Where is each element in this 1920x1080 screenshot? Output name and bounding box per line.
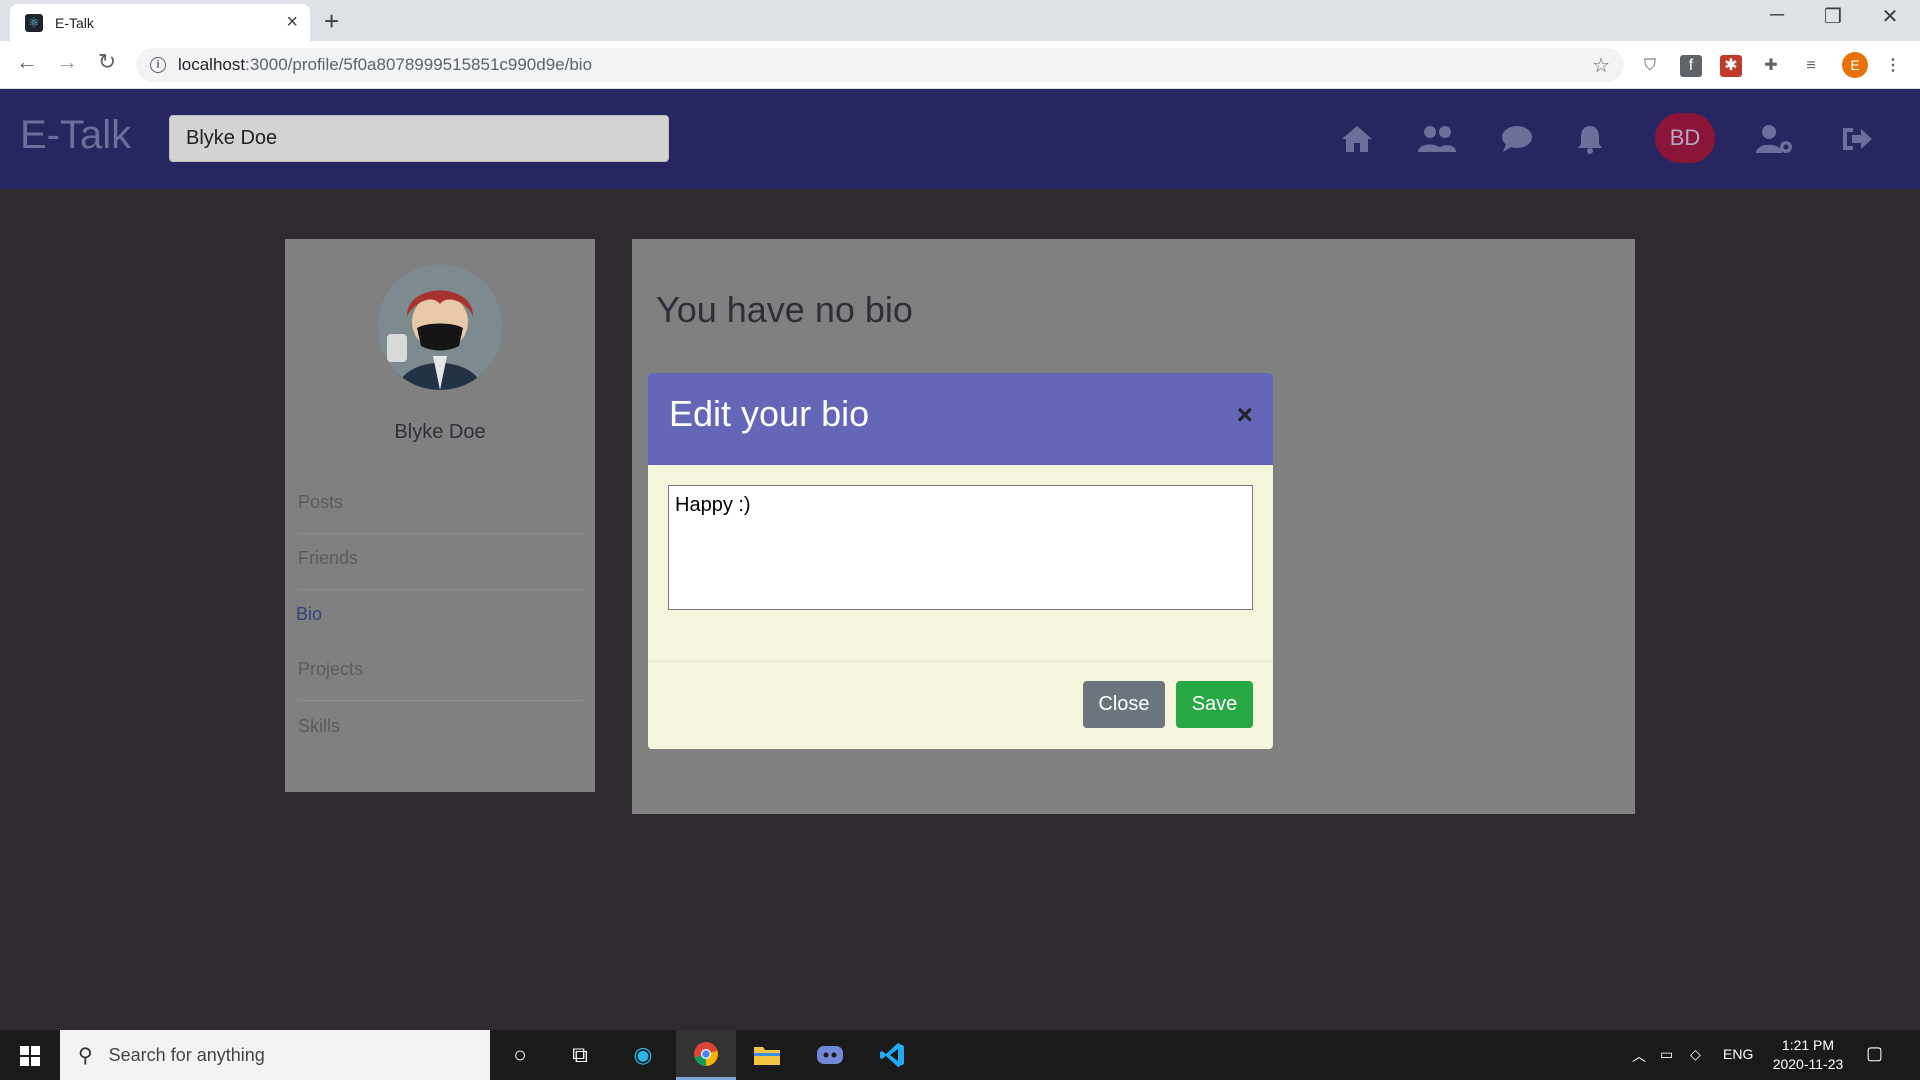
battery-icon[interactable]: ▭ (1660, 1046, 1673, 1063)
new-tab-icon[interactable]: + (324, 6, 339, 37)
logout-icon[interactable] (1835, 117, 1879, 161)
edit-bio-modal: Edit your bio × Happy :) Close Save (648, 373, 1273, 749)
user-search-input[interactable] (169, 115, 669, 162)
tab-title: E-Talk (55, 14, 94, 31)
sidebar-item-bio[interactable]: Bio (296, 590, 581, 646)
discord-icon[interactable] (800, 1030, 860, 1080)
media-queue-icon[interactable]: ≡ (1800, 55, 1822, 77)
browser-toolbar: ← → ↻ i localhost:3000/profile/5f0a80789… (0, 41, 1920, 89)
clock-time: 1:21 PM (1781, 1037, 1835, 1053)
site-info-icon[interactable]: i (150, 57, 166, 73)
windows-start-icon[interactable] (20, 1046, 40, 1066)
notifications-icon[interactable]: ▢ (1866, 1043, 1883, 1064)
dropbox-icon[interactable]: ◇ (1690, 1046, 1701, 1063)
close-button[interactable]: Close (1083, 681, 1165, 728)
address-bar[interactable]: i localhost:3000/profile/5f0a80789995158… (136, 48, 1624, 82)
edge-icon[interactable]: ◉ (613, 1030, 673, 1080)
taskbar-search-placeholder: Search for anything (108, 1044, 265, 1065)
window-close-icon[interactable]: ✕ (1870, 4, 1910, 29)
react-favicon-icon: ⚛ (25, 13, 43, 32)
url-text[interactable]: localhost:3000/profile/5f0a8078999515851… (178, 55, 592, 75)
windows-taskbar: ⚲ Search for anything ○ ⧉ ◉ ︿ ▭ ◇ ENG 1:… (0, 1030, 1920, 1080)
cortana-icon[interactable]: ○ (490, 1030, 550, 1080)
reload-icon[interactable]: ↻ (92, 49, 122, 75)
extensions-puzzle-icon[interactable]: ✚ (1760, 55, 1782, 77)
brand-logo[interactable]: E-Talk (20, 113, 131, 158)
browser-tab-strip: ⚛ E-Talk × + ─ ❐ ✕ (0, 0, 1920, 41)
bookmark-star-icon[interactable]: ☆ (1592, 53, 1610, 78)
user-avatar[interactable]: BD (1655, 113, 1715, 163)
clock-date: 2020-11-23 (1772, 1056, 1844, 1072)
app-navbar: E-Talk BD (0, 89, 1920, 189)
sidebar-item-friends[interactable]: Friends (298, 534, 583, 590)
minimize-icon[interactable]: ─ (1757, 4, 1797, 27)
facebook-extension-icon[interactable]: f (1680, 55, 1702, 77)
red-extension-icon[interactable]: ✱ (1720, 55, 1742, 77)
save-button[interactable]: Save (1176, 681, 1253, 728)
profile-sidebar: Blyke Doe Posts Friends Bio Projects Ski… (285, 239, 595, 792)
shield-extension-icon[interactable]: ⛉ (1639, 55, 1661, 77)
search-icon: ⚲ (78, 1044, 93, 1067)
browser-menu-icon[interactable]: ⋮ (1882, 55, 1904, 77)
friends-icon[interactable] (1415, 117, 1459, 161)
restore-icon[interactable]: ❐ (1813, 4, 1853, 29)
tab-close-icon[interactable]: × (286, 11, 298, 34)
sidebar-item-skills[interactable]: Skills (298, 702, 583, 758)
bell-icon[interactable] (1568, 117, 1612, 161)
browser-tab[interactable]: ⚛ E-Talk × (10, 4, 310, 41)
modal-body: Happy :) (648, 465, 1273, 662)
modal-header: Edit your bio × (648, 373, 1273, 465)
back-icon[interactable]: ← (12, 49, 42, 75)
forward-icon[interactable]: → (52, 49, 82, 75)
chrome-icon[interactable] (676, 1030, 736, 1080)
system-clock[interactable]: 1:21 PM 2020-11-23 (1763, 1036, 1853, 1074)
vscode-icon[interactable] (862, 1030, 922, 1080)
modal-title: Edit your bio (669, 393, 870, 434)
home-icon[interactable] (1335, 117, 1379, 161)
chat-icon[interactable] (1495, 117, 1539, 161)
tray-overflow-icon[interactable]: ︿ (1632, 1046, 1646, 1066)
sidebar-item-projects[interactable]: Projects (298, 645, 583, 701)
browser-profile-avatar[interactable]: E (1842, 52, 1868, 78)
taskbar-search-box[interactable]: ⚲ Search for anything (60, 1030, 490, 1080)
profile-picture (377, 264, 503, 390)
user-settings-icon[interactable] (1753, 117, 1797, 161)
language-indicator[interactable]: ENG (1723, 1046, 1753, 1062)
modal-close-icon[interactable]: × (1237, 399, 1253, 431)
task-view-icon[interactable]: ⧉ (550, 1030, 610, 1080)
file-explorer-icon[interactable] (737, 1030, 797, 1080)
no-bio-message: You have no bio (656, 289, 913, 330)
bio-textarea[interactable]: Happy :) (668, 485, 1253, 610)
sidebar-item-posts[interactable]: Posts (298, 478, 583, 534)
profile-username: Blyke Doe (394, 421, 486, 443)
